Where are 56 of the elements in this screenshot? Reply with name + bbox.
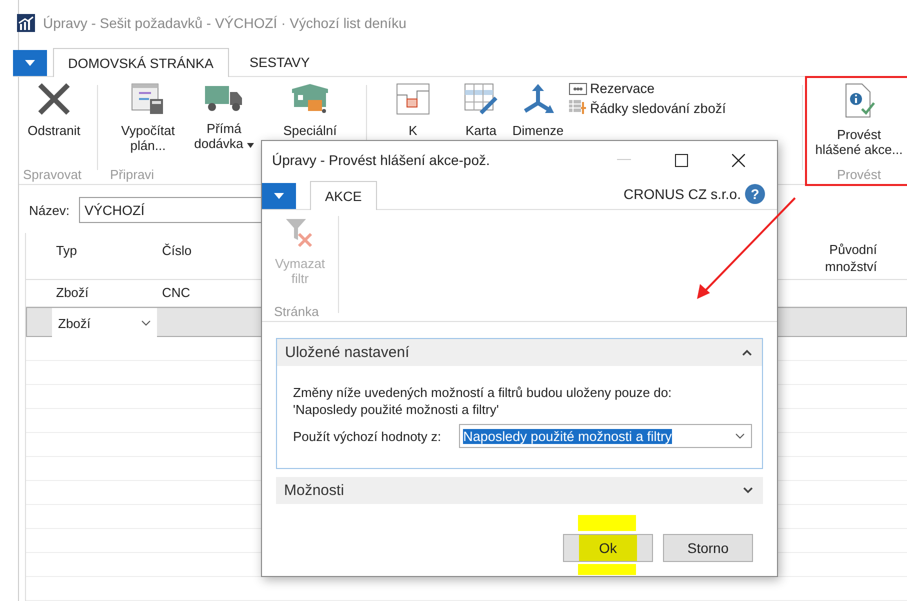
chevron-icon bbox=[742, 349, 752, 356]
ribbon-tab[interactable]: SESTAVY bbox=[234, 48, 325, 76]
dimensions-button[interactable]: Dimenze bbox=[511, 81, 565, 138]
chevron-down-icon bbox=[735, 433, 745, 439]
table-cell: Zboží bbox=[56, 285, 89, 300]
grid-pencil-icon bbox=[463, 83, 499, 115]
chevron-down-icon bbox=[141, 320, 151, 326]
caret-icon bbox=[274, 193, 284, 199]
highlight-marker bbox=[578, 515, 636, 575]
defaults-dropdown[interactable]: Naposledy použité možnosti a filtry bbox=[459, 424, 752, 448]
type-dropdown[interactable]: Zboží bbox=[52, 308, 157, 338]
app-icon bbox=[17, 14, 35, 32]
reservation-icon bbox=[569, 82, 587, 94]
company-name: CRONUS CZ s.r.o. bbox=[624, 186, 741, 202]
chart-grid-icon bbox=[395, 83, 431, 115]
dialog-button[interactable]: Ok bbox=[563, 534, 653, 562]
axes-icon bbox=[521, 83, 555, 115]
warehouse-truck-icon bbox=[290, 83, 330, 115]
section-header[interactable]: Uložené nastavení bbox=[277, 339, 762, 366]
dialog-title: Úpravy - Provést hlášení akce-pož. bbox=[272, 152, 490, 168]
card-button[interactable]: Karta bbox=[451, 81, 511, 138]
window-title: Úpravy - Sešit požadavků - VÝCHOZÍ · Výchozí list deníku bbox=[43, 15, 406, 31]
help-button[interactable]: ? bbox=[745, 184, 765, 204]
table-calculator-icon bbox=[130, 83, 166, 115]
delete-button[interactable]: Odstranit bbox=[19, 81, 89, 138]
ribbon-tab[interactable]: DOMOVSKÁ STRÁNKA bbox=[53, 48, 229, 77]
info-text: Změny níže uvedených možností a filtrů budou uloženy pouze do: 'Naposledy použité možnosti a filtry' bbox=[293, 384, 673, 418]
group-label: Provést bbox=[836, 167, 882, 182]
maximize-icon[interactable] bbox=[675, 154, 688, 166]
field-label: Použít výchozí hodnoty z: bbox=[293, 428, 442, 444]
ribbon-tab[interactable]: AKCE bbox=[310, 181, 377, 210]
group-label: Stránka bbox=[274, 304, 319, 319]
dialog-button[interactable]: Storno bbox=[663, 534, 753, 562]
field-label: Název: bbox=[29, 202, 70, 218]
menu-dropdown-button[interactable] bbox=[13, 50, 47, 76]
group-label: Připravi bbox=[110, 167, 154, 182]
table-cell: CNC bbox=[162, 285, 190, 300]
column-header[interactable]: Původní množství bbox=[797, 241, 877, 275]
reservation-button[interactable]: Rezervace bbox=[569, 81, 747, 96]
group-label: Spravovat bbox=[23, 167, 82, 182]
caret-icon bbox=[25, 60, 35, 66]
drop-shipment-button[interactable]: Přímá dodávka bbox=[186, 81, 262, 153]
chevron-icon bbox=[743, 487, 753, 494]
k-button[interactable]: K bbox=[375, 81, 451, 138]
carry-out-action-button[interactable]: Provést hlášené akce... bbox=[811, 81, 907, 157]
item-tracking-lines-button[interactable]: Řádky sledování zboží bbox=[569, 100, 747, 116]
caret-icon bbox=[246, 143, 254, 148]
calculate-plan-button[interactable]: Vypočítat plán... bbox=[110, 81, 186, 153]
column-header[interactable]: Typ bbox=[56, 243, 77, 258]
close-icon bbox=[36, 83, 72, 115]
truck-icon bbox=[204, 83, 244, 113]
close-icon[interactable] bbox=[732, 154, 745, 166]
menu-dropdown-button[interactable] bbox=[262, 183, 296, 209]
filter-clear-icon bbox=[285, 218, 315, 248]
column-header[interactable]: Číslo bbox=[162, 243, 192, 258]
tracking-grid-icon bbox=[569, 100, 587, 116]
